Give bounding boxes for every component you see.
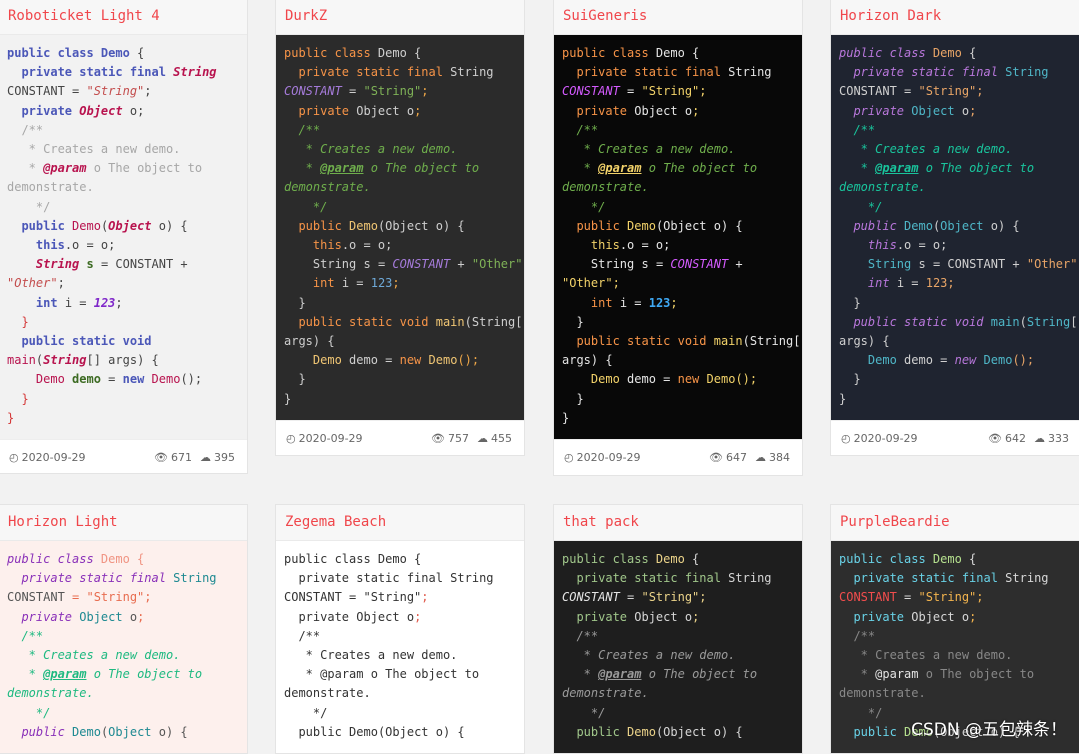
theme-card-zegema-beach[interactable]: Zegema Beach public class Demo { private…	[275, 504, 525, 754]
card-footer: ◴ 2020-09-29 👁 757 ☁ 455	[276, 420, 524, 455]
eye-icon: 👁	[709, 451, 723, 464]
stats: 👁 757 ☁ 455	[431, 432, 512, 445]
code-preview: public class Demo { private static final…	[0, 541, 247, 753]
theme-title[interactable]: Roboticket Light 4	[0, 0, 247, 35]
code-preview: public class Demo { private static final…	[554, 541, 802, 753]
eye-icon: 👁	[431, 432, 445, 445]
theme-card-that-pack[interactable]: that pack public class Demo { private st…	[553, 504, 803, 754]
downloads-count: 333	[1048, 432, 1069, 445]
cloud-download-icon[interactable]: ☁	[200, 451, 211, 464]
stats: 👁 671 ☁ 395	[154, 451, 235, 464]
theme-title[interactable]: SuiGeneris	[554, 0, 802, 35]
cloud-download-icon[interactable]: ☁	[477, 432, 488, 445]
cloud-download-icon[interactable]: ☁	[1034, 432, 1045, 445]
card-footer: ◴ 2020-09-29 👁 671 ☁ 395	[0, 439, 247, 473]
eye-icon: 👁	[988, 432, 1002, 445]
date-label: ◴ 2020-09-29	[9, 451, 86, 464]
clock-icon: ◴	[564, 451, 574, 464]
code-preview: public class Demo { private static final…	[554, 35, 802, 439]
views-count: 642	[1005, 432, 1026, 445]
views-count: 757	[448, 432, 469, 445]
downloads-count: 395	[214, 451, 235, 464]
card-footer: ◴ 2020-09-29 👁 647 ☁ 384	[554, 439, 802, 475]
date-label: ◴ 2020-09-29	[841, 432, 918, 445]
views-count: 647	[726, 451, 747, 464]
date-label: ◴ 2020-09-29	[286, 432, 363, 445]
cloud-download-icon[interactable]: ☁	[755, 451, 766, 464]
card-footer: ◴ 2020-09-29 👁 642 ☁ 333	[831, 420, 1079, 455]
theme-card-durkz[interactable]: DurkZ public class Demo { private static…	[275, 0, 525, 456]
clock-icon: ◴	[286, 432, 296, 445]
theme-title[interactable]: Horizon Light	[0, 505, 247, 541]
theme-title[interactable]: that pack	[554, 505, 802, 541]
stats: 👁 647 ☁ 384	[709, 451, 790, 464]
date-label: ◴ 2020-09-29	[564, 451, 641, 464]
theme-card-roboticket-light-4[interactable]: Roboticket Light 4 public class Demo { p…	[0, 0, 248, 474]
clock-icon: ◴	[9, 451, 19, 464]
theme-title[interactable]: DurkZ	[276, 0, 524, 35]
code-preview: public class Demo { private static final…	[276, 541, 524, 753]
downloads-count: 455	[491, 432, 512, 445]
theme-title[interactable]: Horizon Dark	[831, 0, 1079, 35]
views-count: 671	[171, 451, 192, 464]
theme-card-horizon-light[interactable]: Horizon Light public class Demo { privat…	[0, 504, 248, 754]
code-preview: public class Demo { private static final…	[276, 35, 524, 420]
theme-card-suigeneris[interactable]: SuiGeneris public class Demo { private s…	[553, 0, 803, 476]
clock-icon: ◴	[841, 432, 851, 445]
theme-card-horizon-dark[interactable]: Horizon Dark public class Demo { private…	[830, 0, 1079, 456]
csdn-watermark: CSDN @五包辣条！	[911, 720, 1067, 740]
downloads-count: 384	[769, 451, 790, 464]
eye-icon: 👁	[154, 451, 168, 464]
code-preview: public class Demo { private static final…	[0, 35, 247, 440]
stats: 👁 642 ☁ 333	[988, 432, 1069, 445]
code-preview: public class Demo { private static final…	[831, 35, 1079, 420]
theme-title[interactable]: Zegema Beach	[276, 505, 524, 541]
theme-title[interactable]: PurpleBeardie	[831, 505, 1079, 541]
